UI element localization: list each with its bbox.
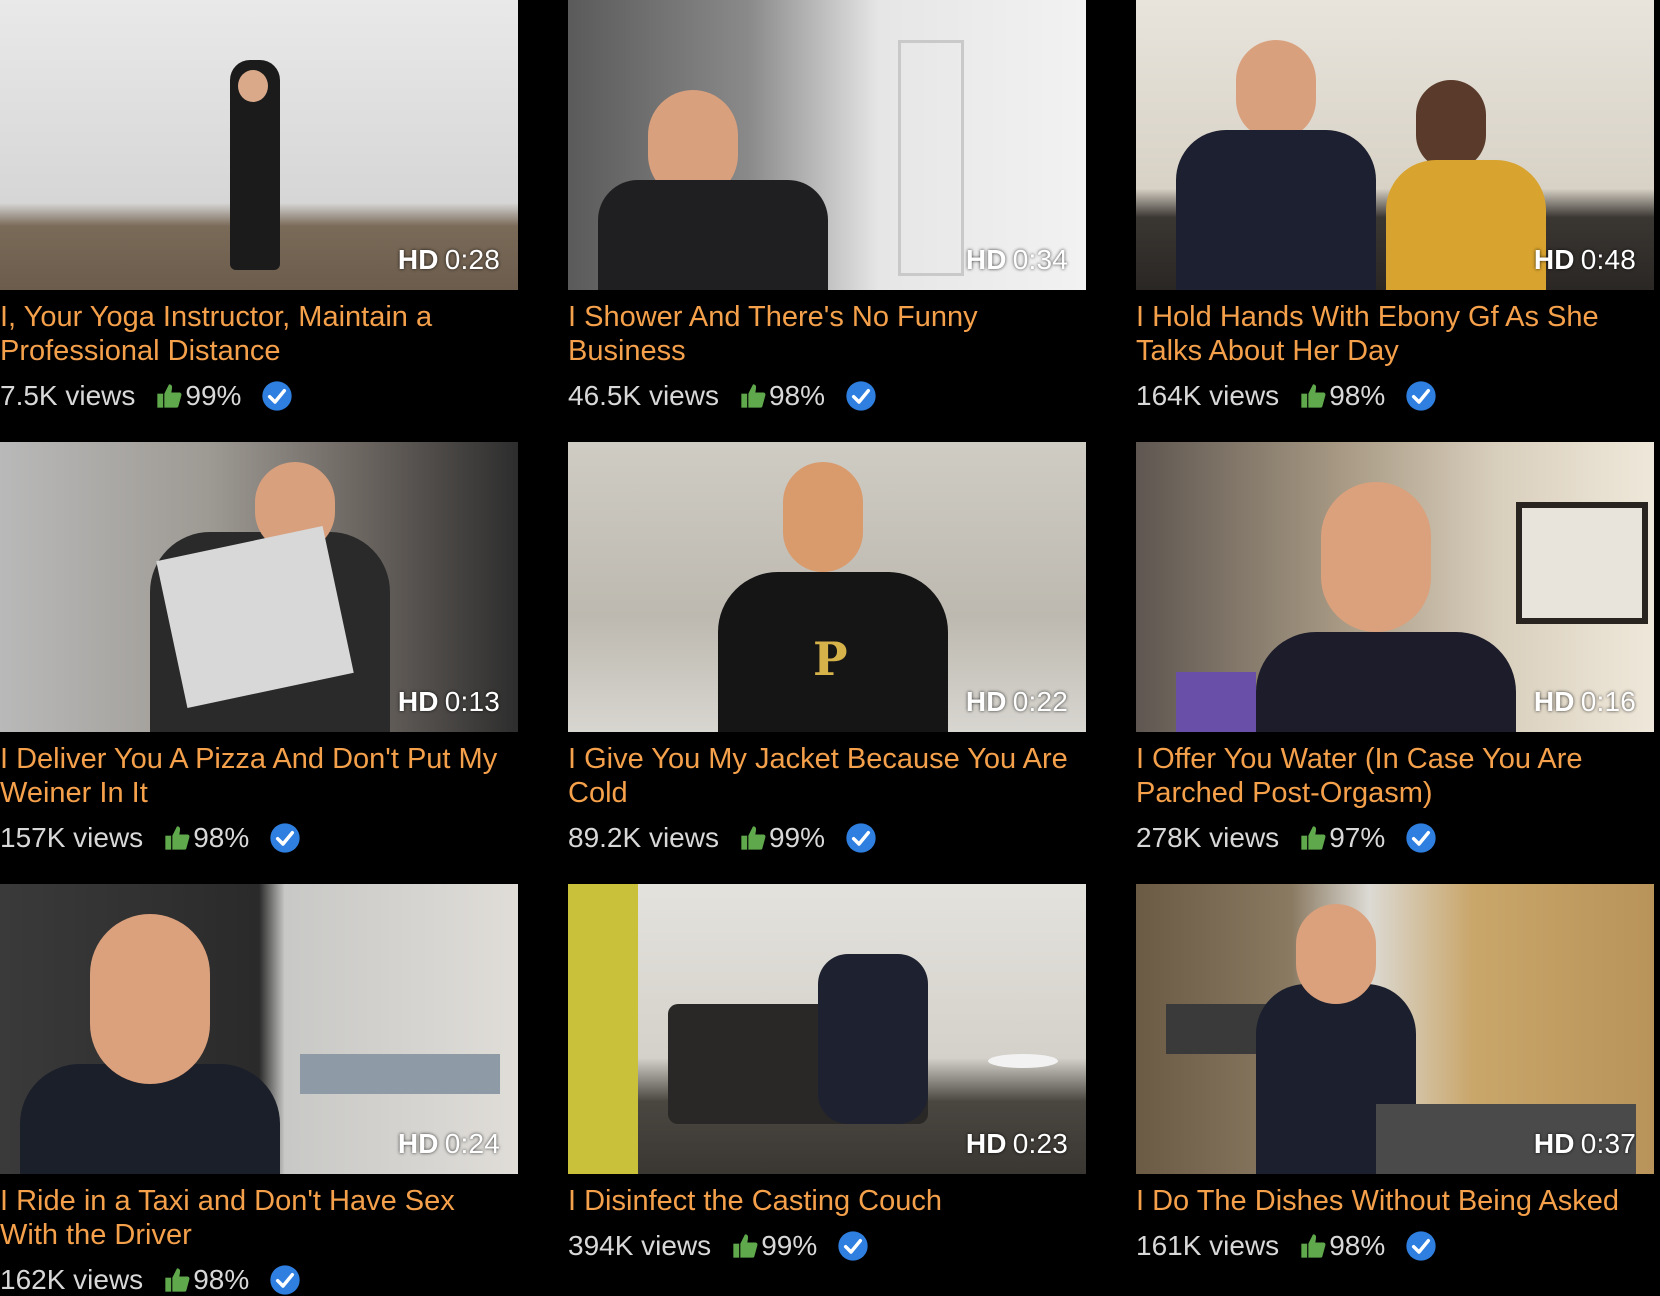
verified-check-icon <box>838 1231 868 1261</box>
video-meta: 89.2K views 99% <box>568 822 1086 854</box>
duration-badge: HD 0:28 <box>398 244 500 276</box>
video-card[interactable]: HD 0:34 I Shower And There's No Funny Bus… <box>568 0 1086 412</box>
verified-check-icon <box>1406 823 1436 853</box>
video-card[interactable]: HD 0:16 I Offer You Water (In Case You Ar… <box>1136 442 1654 854</box>
rating-percent: 98% <box>193 822 250 853</box>
duration: 0:34 <box>1012 244 1068 275</box>
video-card[interactable]: HD 0:24 I Ride in a Taxi and Don't Have S… <box>0 884 518 1296</box>
thumbs-up-icon <box>1301 384 1326 408</box>
rating-percent: 98% <box>768 380 826 411</box>
hd-label: HD <box>1533 686 1575 717</box>
video-meta: 162K views 98% <box>0 1264 518 1296</box>
video-card[interactable]: P HD 0:22 I Give You My Jacket Because Yo… <box>568 442 1086 854</box>
view-count: 7.5K views <box>0 380 136 411</box>
duration-badge: HD 0:22 <box>966 686 1068 718</box>
video-meta: 394K views 99% <box>568 1230 1086 1262</box>
video-thumbnail[interactable]: HD 0:24 <box>0 884 518 1174</box>
thumbs-up-icon <box>733 1234 758 1258</box>
verified-check-icon <box>846 381 876 411</box>
duration: 0:37 <box>1580 1128 1636 1159</box>
rating-percent: 99% <box>768 822 826 853</box>
duration: 0:16 <box>1580 686 1636 717</box>
thumbs-up-icon <box>741 826 766 850</box>
video-card[interactable]: HD 0:13 I Deliver You A Pizza And Don't P… <box>0 442 518 854</box>
thumbs-up-icon <box>741 384 766 408</box>
video-card[interactable]: HD 0:48 I Hold Hands With Ebony Gf As She… <box>1136 0 1654 412</box>
thumbs-up-icon <box>157 384 182 408</box>
verified-check-icon <box>270 1265 300 1295</box>
duration-badge: HD 0:48 <box>1534 244 1636 276</box>
video-meta: 161K views 98% <box>1136 1230 1654 1262</box>
hd-label: HD <box>397 244 439 275</box>
video-thumbnail[interactable]: HD 0:16 <box>1136 442 1654 732</box>
hd-label: HD <box>965 1128 1007 1159</box>
video-title[interactable]: I Offer You Water (In Case You Are Parch… <box>1136 742 1654 810</box>
thumbs-up-icon <box>1301 1234 1326 1258</box>
rating-percent: 98% <box>1329 380 1386 411</box>
thumbs-up-icon <box>1301 826 1326 850</box>
duration: 0:23 <box>1012 1128 1068 1159</box>
view-count: 394K views <box>568 1230 712 1261</box>
video-thumbnail[interactable]: HD 0:34 <box>568 0 1086 290</box>
duration: 0:28 <box>444 244 500 275</box>
video-title[interactable]: I Deliver You A Pizza And Don't Put My W… <box>0 742 518 810</box>
video-thumbnail[interactable]: HD 0:13 <box>0 442 518 732</box>
video-thumbnail[interactable]: HD 0:23 <box>568 884 1086 1174</box>
video-title[interactable]: I Ride in a Taxi and Don't Have Sex With… <box>0 1184 518 1252</box>
view-count: 46.5K views <box>568 380 719 411</box>
video-grid: HD 0:28 I, Your Yoga Instructor, Maintain… <box>0 0 1660 1295</box>
video-card[interactable]: HD 0:23 I Disinfect the Casting Couch 394… <box>568 884 1086 1262</box>
view-count: 162K views <box>0 1264 144 1295</box>
view-count: 161K views <box>1136 1230 1280 1261</box>
video-thumbnail[interactable]: HD 0:37 <box>1136 884 1654 1174</box>
thumbs-up-icon <box>165 826 190 850</box>
video-title[interactable]: I Shower And There's No Funny Business <box>568 300 1086 368</box>
view-count: 89.2K views <box>568 822 719 853</box>
rating-percent: 99% <box>761 1230 818 1261</box>
video-thumbnail[interactable]: HD 0:28 <box>0 0 518 290</box>
verified-check-icon <box>1406 1231 1436 1261</box>
video-meta: 278K views 97% <box>1136 822 1654 854</box>
video-meta: 157K views 98% <box>0 822 518 854</box>
video-title[interactable]: I Give You My Jacket Because You Are Col… <box>568 742 1086 810</box>
verified-check-icon <box>270 823 300 853</box>
video-meta: 164K views 98% <box>1136 380 1654 412</box>
view-count: 157K views <box>0 822 144 853</box>
video-thumbnail[interactable]: HD 0:48 <box>1136 0 1654 290</box>
video-thumbnail[interactable]: P HD 0:22 <box>568 442 1086 732</box>
duration-badge: HD 0:34 <box>966 244 1068 276</box>
duration-badge: HD 0:13 <box>398 686 500 718</box>
duration: 0:13 <box>444 686 500 717</box>
verified-check-icon <box>262 381 293 411</box>
duration-badge: HD 0:37 <box>1534 1128 1636 1160</box>
verified-check-icon <box>846 823 876 853</box>
view-count: 278K views <box>1136 822 1280 853</box>
hd-label: HD <box>397 686 439 717</box>
duration: 0:48 <box>1580 244 1636 275</box>
rating-percent: 97% <box>1329 822 1386 853</box>
thumbs-up-icon <box>165 1268 190 1292</box>
video-card[interactable]: HD 0:37 I Do The Dishes Without Being Ask… <box>1136 884 1654 1262</box>
verified-check-icon <box>1406 381 1436 411</box>
hd-label: HD <box>965 686 1007 717</box>
video-title[interactable]: I, Your Yoga Instructor, Maintain a Prof… <box>0 300 518 368</box>
view-count: 164K views <box>1136 380 1280 411</box>
video-meta: 7.5K views 99% <box>0 380 518 412</box>
video-meta: 46.5K views 98% <box>568 380 1086 412</box>
hd-label: HD <box>397 1128 439 1159</box>
duration: 0:24 <box>444 1128 500 1159</box>
duration-badge: HD 0:24 <box>398 1128 500 1160</box>
video-title[interactable]: I Hold Hands With Ebony Gf As She Talks … <box>1136 300 1654 368</box>
duration: 0:22 <box>1012 686 1068 717</box>
rating-percent: 98% <box>1329 1230 1386 1261</box>
duration-badge: HD 0:23 <box>966 1128 1068 1160</box>
duration-badge: HD 0:16 <box>1534 686 1636 718</box>
hd-label: HD <box>1533 244 1575 275</box>
rating-percent: 98% <box>193 1264 250 1295</box>
hd-label: HD <box>965 244 1007 275</box>
rating-percent: 99% <box>185 380 242 411</box>
hd-label: HD <box>1533 1128 1575 1159</box>
video-card[interactable]: HD 0:28 I, Your Yoga Instructor, Maintain… <box>0 0 518 412</box>
